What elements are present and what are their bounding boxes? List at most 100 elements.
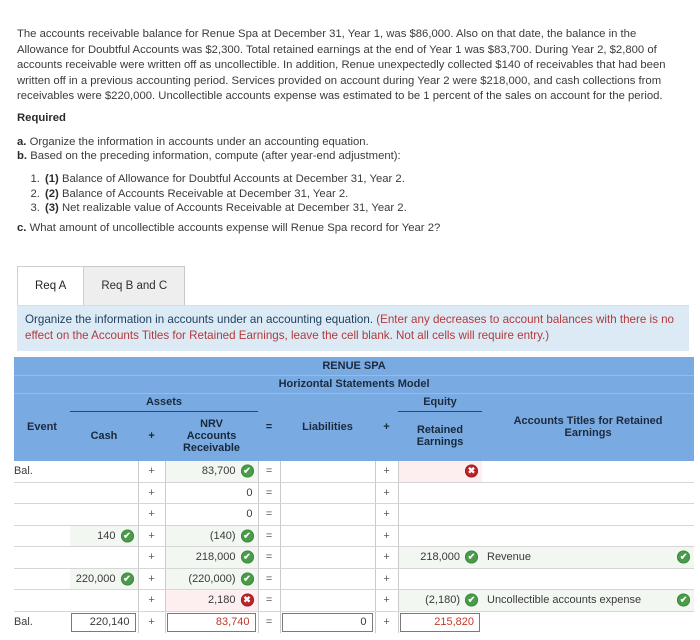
requirement-c-text: What amount of uncollectible accounts ex…	[29, 222, 441, 234]
cell-retained-earnings[interactable]	[398, 568, 482, 590]
cell-accounts-titles[interactable]	[482, 503, 695, 526]
balance-event-label: Bal.	[14, 610, 70, 633]
balance-cash-cell[interactable]: 220,140	[70, 611, 138, 633]
table-title-row: RENUE SPA	[14, 357, 695, 375]
cell-nrv-value: 83,700	[201, 465, 236, 478]
cell-nrv-value: (140)	[209, 529, 236, 542]
balance-plus-2: +	[374, 611, 399, 633]
balance-liabilities-box[interactable]: 0	[281, 612, 373, 632]
row-operator-plus-2: +	[374, 461, 399, 483]
cell-liabilities[interactable]	[280, 589, 375, 612]
balance-nrv-cell[interactable]: 83,740	[165, 611, 258, 633]
cell-accounts-titles[interactable]	[482, 461, 695, 483]
cross-icon: ✖	[465, 464, 478, 478]
requirement-a-marker: a.	[17, 136, 27, 148]
cell-cash[interactable]	[70, 589, 138, 612]
table-body: Bal. +83,700 ✔ = + ✖ +0 = + +0 = +140 ✔ + (140) ✔ = + +218…	[14, 461, 695, 612]
cell-accounts-titles[interactable]	[482, 482, 695, 504]
balance-plus-1: +	[137, 611, 166, 633]
cell-retained-earnings[interactable]: ✖	[398, 461, 482, 483]
accounts-titles-line-1: Accounts Titles for Retained	[513, 415, 663, 428]
row-operator-plus-2: +	[374, 503, 399, 526]
requirement-c-marker: c.	[17, 222, 27, 234]
cell-liabilities[interactable]	[280, 568, 375, 590]
cell-nrv-accounts-receivable[interactable]: (220,000) ✔	[165, 568, 258, 590]
tab-req-b-and-c[interactable]: Req B and C	[83, 266, 186, 305]
row-event-label	[14, 482, 70, 504]
row-operator-plus-2: +	[374, 546, 399, 569]
row-operator-plus-2: +	[374, 525, 399, 547]
cell-liabilities[interactable]	[280, 461, 375, 483]
sub-item: (3) Net realizable value of Accounts Rec…	[43, 201, 407, 216]
requirement-a-text: Organize the information in accounts und…	[29, 136, 369, 148]
cell-cash-value: 140	[97, 529, 116, 542]
model-subtitle: Horizontal Statements Model	[14, 374, 695, 393]
cell-liabilities[interactable]	[280, 525, 375, 547]
row-operator-equals: =	[257, 525, 281, 547]
horizontal-statements-table-wrapper: RENUE SPA Horizontal Statements Model Ev…	[14, 357, 695, 633]
row-operator-equals: =	[257, 568, 281, 590]
cell-nrv-value: 218,000	[195, 551, 236, 564]
cell-accounts-titles[interactable]	[482, 568, 695, 590]
table-row: +218,000 ✔ = +218,000 ✔ Revenue ✔	[14, 546, 695, 569]
tab-req-a-label: Req A	[35, 280, 67, 292]
requirement-c: c. What amount of uncollectible accounts…	[17, 222, 440, 234]
balance-retained-earnings-box[interactable]: 215,820	[399, 612, 480, 632]
table-row: 140 ✔ + (140) ✔ = +	[14, 525, 695, 547]
col-header-retained-earnings: Retained Earnings	[398, 411, 482, 461]
row-operator-equals: =	[257, 589, 281, 612]
cell-cash[interactable]	[70, 503, 138, 526]
cell-liabilities[interactable]	[280, 546, 375, 569]
tab-req-a[interactable]: Req A	[17, 266, 85, 305]
cell-nrv-value: 0	[246, 486, 253, 499]
row-operator-plus-1: +	[137, 589, 166, 612]
requirement-b: b. Based on the preceding information, c…	[17, 150, 401, 162]
balance-accounts-titles-cell	[482, 611, 694, 633]
balance-cash-box[interactable]: 220,140	[71, 612, 136, 632]
row-operator-plus-1: +	[137, 568, 166, 590]
cell-nrv-accounts-receivable[interactable]: 2,180 ✖	[165, 589, 258, 612]
cell-nrv-accounts-receivable[interactable]: 0	[165, 482, 258, 504]
row-operator-equals: =	[257, 482, 281, 504]
balance-liabilities-value: 0	[360, 616, 367, 629]
check-icon: ✔	[240, 572, 254, 586]
retained-earnings-line-2: Earnings	[416, 436, 464, 449]
balance-retained-earnings-cell[interactable]: 215,820	[398, 611, 482, 633]
requirement-a: a. Organize the information in accounts …	[17, 136, 369, 148]
sub-item-marker: (2)	[45, 187, 59, 200]
accounts-titles-line-2: Earnings	[564, 427, 612, 440]
cell-cash[interactable]	[70, 546, 138, 569]
cell-retained-earnings[interactable]	[398, 503, 482, 526]
requirement-b-marker: b.	[17, 150, 28, 162]
check-icon: ✔	[465, 593, 478, 607]
cell-accounts-titles[interactable]: Revenue ✔	[482, 546, 695, 569]
check-icon: ✔	[465, 550, 478, 564]
cell-cash[interactable]: 220,000 ✔	[70, 568, 138, 590]
cell-nrv-accounts-receivable[interactable]: 218,000 ✔	[165, 546, 258, 569]
row-operator-plus-2: +	[374, 482, 399, 504]
balance-liabilities-cell[interactable]: 0	[280, 611, 375, 633]
cell-retained-earnings[interactable]	[398, 482, 482, 504]
row-operator-plus-1: +	[137, 482, 166, 504]
cell-accounts-titles[interactable]: Uncollectible accounts expense ✔	[482, 589, 695, 612]
cell-liabilities[interactable]	[280, 482, 375, 504]
table-row-balance: Bal. 220,140 + 83,740 = 0 + 215,820	[14, 610, 694, 633]
cell-accounts-titles[interactable]	[482, 525, 695, 547]
cell-nrv-accounts-receivable[interactable]: 83,700 ✔	[165, 461, 258, 483]
balance-retained-earnings-value: 215,820	[434, 616, 474, 629]
cell-retained-earnings[interactable]	[398, 525, 482, 547]
cell-cash[interactable]: 140 ✔	[70, 525, 138, 547]
cell-retained-earnings[interactable]: 218,000 ✔	[398, 546, 482, 569]
cell-nrv-accounts-receivable[interactable]: 0	[165, 503, 258, 526]
cell-cash[interactable]	[70, 461, 138, 483]
sub-item-marker: (3)	[45, 202, 59, 215]
cell-nrv-accounts-receivable[interactable]: (140) ✔	[165, 525, 258, 547]
row-event-label	[14, 525, 70, 547]
sub-item: (1) Balance of Allowance for Doubtful Ac…	[43, 172, 407, 187]
balance-nrv-box[interactable]: 83,740	[166, 612, 256, 632]
cell-liabilities[interactable]	[280, 503, 375, 526]
cell-retained-earnings[interactable]: (2,180) ✔	[398, 589, 482, 612]
cell-cash[interactable]	[70, 482, 138, 504]
company-title: RENUE SPA	[14, 357, 695, 375]
row-event-label	[14, 589, 70, 612]
